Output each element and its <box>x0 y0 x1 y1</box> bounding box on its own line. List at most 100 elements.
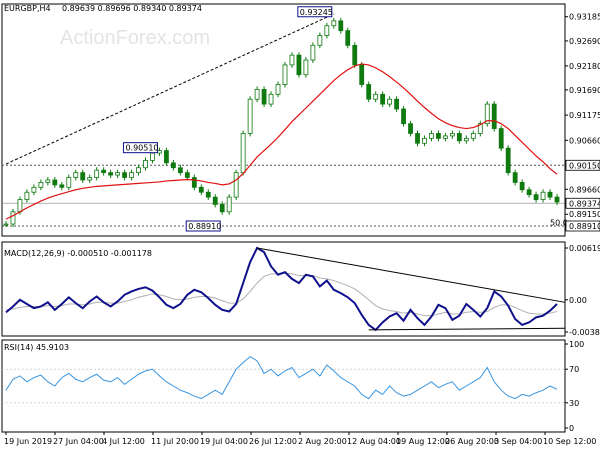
x-tick-label: 3 Sep 04:00 <box>494 437 542 446</box>
candle-body <box>366 84 372 100</box>
candle-body <box>387 98 393 105</box>
rsi-title: RSI(14) 45.9103 <box>4 343 69 352</box>
y-tick-label: 100 <box>569 340 584 349</box>
x-tick-label: 27 Jun 04:00 <box>53 437 104 446</box>
y-tick-label: 0.92180 <box>569 62 600 71</box>
candle-body <box>164 150 169 164</box>
candle-body <box>247 98 253 134</box>
candle-body <box>10 211 16 225</box>
candle-body <box>80 172 86 181</box>
price-label: 0.93245 <box>300 8 333 17</box>
candle-body <box>415 133 420 144</box>
candle-body <box>38 182 44 188</box>
candle-body <box>31 186 37 193</box>
candle-body <box>17 199 23 213</box>
candle-body <box>254 88 260 100</box>
candle-body <box>449 133 455 137</box>
x-tick-label: 19 Jul 04:00 <box>200 437 248 446</box>
candle-body <box>275 84 281 95</box>
candle-body <box>512 172 518 183</box>
candle-body <box>345 30 351 46</box>
macd-line <box>5 246 558 332</box>
candle-body <box>101 169 107 174</box>
chart-canvas: ActionForex.com 0.932450.905100.88910 50.… <box>1 3 600 446</box>
candle-body <box>198 186 204 193</box>
y-tick-label: 30 <box>569 399 579 408</box>
candle-body <box>443 135 448 139</box>
x-tick-label: 19 Jun 2019 <box>4 437 52 446</box>
y-tick-label: 0.88910 <box>569 222 600 231</box>
y-tick-label: 70 <box>569 365 579 374</box>
ohlc-readout: 0.89639 0.89696 0.89340 0.89374 <box>62 4 202 13</box>
candle-body <box>519 182 525 191</box>
candle-body <box>122 172 127 178</box>
x-tick-label: 4 Jul 12:00 <box>102 437 145 446</box>
candle-body <box>240 133 246 174</box>
candle-body <box>177 167 183 174</box>
candle-body <box>338 20 344 32</box>
watermark: ActionForex.com <box>60 27 210 49</box>
candle-body <box>136 167 141 174</box>
y-tick-label: 0.93185 <box>569 13 600 22</box>
candle-body <box>470 133 476 139</box>
candle-body <box>380 93 386 105</box>
candle-body <box>394 98 399 110</box>
candle-body <box>219 204 225 213</box>
rsi-panel <box>2 355 565 404</box>
candle-body <box>233 172 239 198</box>
candle-body <box>108 172 114 176</box>
y-tick-label: 0.91690 <box>569 86 600 95</box>
y-tick-label: 0.91175 <box>569 111 600 120</box>
y-tick-label: 0.89150 <box>569 210 600 219</box>
candle-body <box>436 133 441 139</box>
y-tick-label: -0.003851 <box>569 328 600 337</box>
y-tick-label: 0.00 <box>569 296 587 305</box>
candle-body <box>401 108 406 125</box>
axes: 0.93185 0.92690 0.92180 0.91690 0.91175 0.906… <box>4 13 600 446</box>
y-tick-label: 0.89374 <box>569 199 600 208</box>
candle-body <box>422 137 427 144</box>
candle-body <box>547 191 553 198</box>
candle-body <box>303 59 309 76</box>
moving-average-line <box>5 63 558 220</box>
macd-title: MACD(12,26,9) -0.000510 -0.001178 <box>4 249 152 258</box>
candle-body <box>66 177 72 188</box>
candle-body <box>184 172 190 178</box>
candle-body <box>331 20 337 27</box>
y-tick-label: 0.006195 <box>569 244 600 253</box>
x-tick-label: 10 Sep 12:00 <box>543 437 596 446</box>
x-tick-label: 26 Jul 12:00 <box>249 437 297 446</box>
candle-body <box>129 172 134 178</box>
candle-body <box>324 25 330 36</box>
y-tick-label: 0.90150 <box>569 161 600 170</box>
candle-body <box>505 147 511 174</box>
candle-body <box>408 123 413 134</box>
candle-body <box>212 196 218 205</box>
candle-body <box>268 93 274 105</box>
candle-body <box>317 35 323 46</box>
candle-body <box>94 169 100 178</box>
candle-body <box>115 172 120 176</box>
x-tick-label: 2 Aug 20:00 <box>298 437 347 446</box>
candle-body <box>73 172 79 178</box>
x-tick-label: 11 Jul 20:00 <box>151 437 199 446</box>
candle-body <box>429 133 434 139</box>
candle-body <box>226 196 232 213</box>
candle-body <box>24 191 30 200</box>
symbol-label: EURGBP,H4 <box>4 4 51 13</box>
candle-body <box>352 44 358 66</box>
candle-body <box>191 177 197 188</box>
candle-body <box>554 196 560 203</box>
candle-body <box>143 159 148 169</box>
y-tick-label: 0.92690 <box>569 37 600 46</box>
price-label: 0.90510 <box>125 144 158 153</box>
candle-body <box>498 128 504 149</box>
y-tick-label: 0.90660 <box>569 136 600 145</box>
rsi-line <box>5 355 558 400</box>
candle-body <box>261 88 267 105</box>
candle-body <box>170 162 176 169</box>
candle-body <box>540 191 546 200</box>
x-tick-label: 12 Aug 04:00 <box>347 437 401 446</box>
macd-panel <box>5 246 566 332</box>
candle-body <box>59 184 65 188</box>
